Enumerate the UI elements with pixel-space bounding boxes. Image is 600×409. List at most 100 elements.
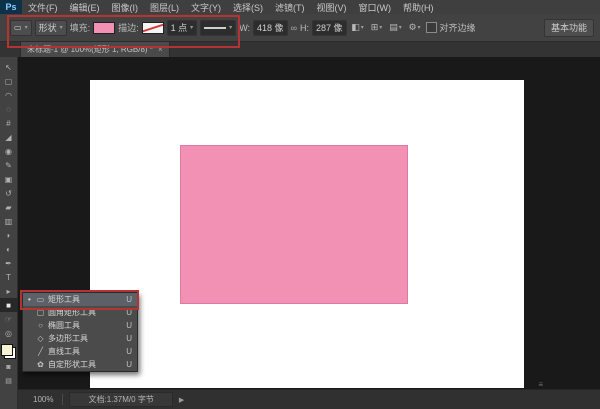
flyout-item-label: 直线工具 <box>48 346 80 357</box>
stroke-label: 描边: <box>118 21 139 34</box>
polygon-tool-icon: ◇ <box>36 334 45 343</box>
document-page[interactable] <box>90 80 524 388</box>
menu-edit[interactable]: 编辑(E) <box>64 0 106 14</box>
zoom-tool[interactable]: ◎ <box>0 326 18 340</box>
move-tool[interactable]: ↖ <box>0 60 18 74</box>
fill-label: 填充: <box>70 21 91 34</box>
path-alignment-button[interactable]: ⊞ ▾ <box>369 20 385 36</box>
rectangle-tool-icon: ▭ <box>36 295 45 304</box>
shape-tools-flyout-menu: • ▭ 矩形工具 U ▢ 圆角矩形工具 U ○ 椭圆工具 U ◇ 多边形工具 U… <box>22 292 138 372</box>
gear-icon: ⚙ <box>408 22 416 33</box>
document-tab[interactable]: 未标题-1 @ 100%(矩形 1, RGB/8) * × <box>20 41 170 57</box>
quick-selection-tool[interactable]: ◌ <box>0 102 18 116</box>
flyout-item-polygon-tool[interactable]: ◇ 多边形工具 U <box>23 332 137 345</box>
healing-brush-tool[interactable]: ◉ <box>0 144 18 158</box>
rectangle-preset-icon: ▭ <box>14 23 22 32</box>
flyout-item-label: 自定形状工具 <box>48 359 96 370</box>
marquee-tool[interactable]: ▢ <box>0 74 18 88</box>
flyout-item-label: 多边形工具 <box>48 333 88 344</box>
zoom-level-field[interactable]: 100% <box>30 394 56 405</box>
shortcut-key: U <box>126 334 132 343</box>
clone-stamp-tool[interactable]: ▣ <box>0 172 18 186</box>
chevron-down-icon: ▾ <box>229 25 232 31</box>
solid-line-icon <box>204 27 226 29</box>
chevron-down-icon: ▾ <box>379 25 382 31</box>
canvas-resize-grip[interactable]: ≡ <box>538 380 543 389</box>
menu-help[interactable]: 帮助(H) <box>397 0 440 14</box>
foreground-color-swatch[interactable] <box>1 344 13 356</box>
gradient-tool[interactable]: ▥ <box>0 214 18 228</box>
path-operations-icon: ◧ <box>351 22 360 33</box>
menu-filter[interactable]: 滤镜(T) <box>269 0 311 14</box>
menu-window[interactable]: 窗口(W) <box>353 0 398 14</box>
menu-type[interactable]: 文字(Y) <box>185 0 227 14</box>
color-swatches <box>1 344 16 359</box>
stroke-color-swatch[interactable] <box>142 22 164 34</box>
shape-height-input[interactable]: 287 像 <box>312 20 347 36</box>
path-arrangement-button[interactable]: ▤ ▾ <box>388 20 404 36</box>
rectangle-tool[interactable]: ■ <box>0 298 18 312</box>
current-tool-bullet: • <box>28 295 33 304</box>
history-brush-tool[interactable]: ↺ <box>0 186 18 200</box>
ps-logo: Ps <box>0 0 22 14</box>
align-edges-checkbox[interactable] <box>426 22 437 33</box>
hand-tool[interactable]: ☞ <box>0 312 18 326</box>
type-tool[interactable]: T <box>0 270 18 284</box>
stroke-width-input[interactable]: 1 点 ▾ <box>167 20 198 36</box>
status-bar: 100% 文档:1.37M/0 字节 ▶ <box>18 389 600 409</box>
status-divider <box>62 394 63 405</box>
menu-bar: Ps 文件(F) 编辑(E) 图像(I) 图层(L) 文字(Y) 选择(S) 滤… <box>0 0 600 15</box>
flyout-item-ellipse-tool[interactable]: ○ 椭圆工具 U <box>23 319 137 332</box>
brush-tool[interactable]: ✎ <box>0 158 18 172</box>
lasso-tool[interactable]: ◠ <box>0 88 18 102</box>
screen-mode-button[interactable]: ▤ <box>0 375 18 387</box>
eraser-tool[interactable]: ▰ <box>0 200 18 214</box>
rounded-rectangle-tool-icon: ▢ <box>36 308 45 317</box>
tool-mode-dropdown[interactable]: 形状 ▾ <box>35 20 67 36</box>
path-arrangement-icon: ▤ <box>389 22 398 33</box>
flyout-item-line-tool[interactable]: ╱ 直线工具 U <box>23 345 137 358</box>
align-edges-label: 对齐边缘 <box>440 21 476 34</box>
chevron-down-icon: ▾ <box>399 25 402 31</box>
link-dimensions-icon[interactable]: ∞ <box>291 23 297 33</box>
crop-tool[interactable]: # <box>0 116 18 130</box>
flyout-item-rectangle-tool[interactable]: • ▭ 矩形工具 U <box>23 293 137 306</box>
shortcut-key: U <box>126 360 132 369</box>
path-selection-tool[interactable]: ▸ <box>0 284 18 298</box>
path-operations-button[interactable]: ◧ ▾ <box>350 20 366 36</box>
document-tab-bar: 未标题-1 @ 100%(矩形 1, RGB/8) * × <box>0 42 600 58</box>
flyout-item-label: 矩形工具 <box>48 294 80 305</box>
quick-mask-button[interactable]: ◙ <box>0 361 18 373</box>
tool-preset-dropdown[interactable]: ▭ ▾ <box>10 20 32 36</box>
menu-image[interactable]: 图像(I) <box>106 0 145 14</box>
shortcut-key: U <box>126 347 132 356</box>
shortcut-key: U <box>126 295 132 304</box>
menu-view[interactable]: 视图(V) <box>311 0 353 14</box>
close-icon[interactable]: × <box>158 45 163 54</box>
status-options-arrow-icon[interactable]: ▶ <box>179 396 184 404</box>
document-size-info: 文档:1.37M/0 字节 <box>69 392 172 407</box>
blur-tool[interactable]: ◗ <box>0 228 18 242</box>
dodge-tool[interactable]: ◐ <box>0 242 18 256</box>
stroke-width-value: 1 点 <box>171 21 188 34</box>
tool-mode-value: 形状 <box>39 21 57 34</box>
flyout-item-custom-shape-tool[interactable]: ✿ 自定形状工具 U <box>23 358 137 371</box>
no-color-slash-icon <box>142 23 164 33</box>
menu-layer[interactable]: 图层(L) <box>144 0 185 14</box>
fill-color-swatch[interactable] <box>93 22 115 34</box>
shape-width-input[interactable]: 418 像 <box>253 20 288 36</box>
chevron-down-icon: ▾ <box>418 25 421 31</box>
pen-tool[interactable]: ✒ <box>0 256 18 270</box>
menu-select[interactable]: 选择(S) <box>227 0 269 14</box>
geometry-options-button[interactable]: ⚙ ▾ <box>407 20 423 36</box>
workspace-switcher-button[interactable]: 基本功能 <box>544 19 594 37</box>
menu-file[interactable]: 文件(F) <box>22 0 64 14</box>
height-label: H: <box>300 23 309 33</box>
flyout-item-rounded-rectangle-tool[interactable]: ▢ 圆角矩形工具 U <box>23 306 137 319</box>
flyout-item-label: 圆角矩形工具 <box>48 307 96 318</box>
tools-panel: ↖ ▢ ◠ ◌ # ◢ ◉ ✎ ▣ ↺ ▰ ▥ ◗ ◐ ✒ T ▸ ■ ☞ ◎ … <box>0 57 18 409</box>
pink-rectangle-shape[interactable] <box>180 145 408 304</box>
flyout-item-label: 椭圆工具 <box>48 320 80 331</box>
stroke-style-dropdown[interactable]: ▾ <box>200 20 236 36</box>
eyedropper-tool[interactable]: ◢ <box>0 130 18 144</box>
